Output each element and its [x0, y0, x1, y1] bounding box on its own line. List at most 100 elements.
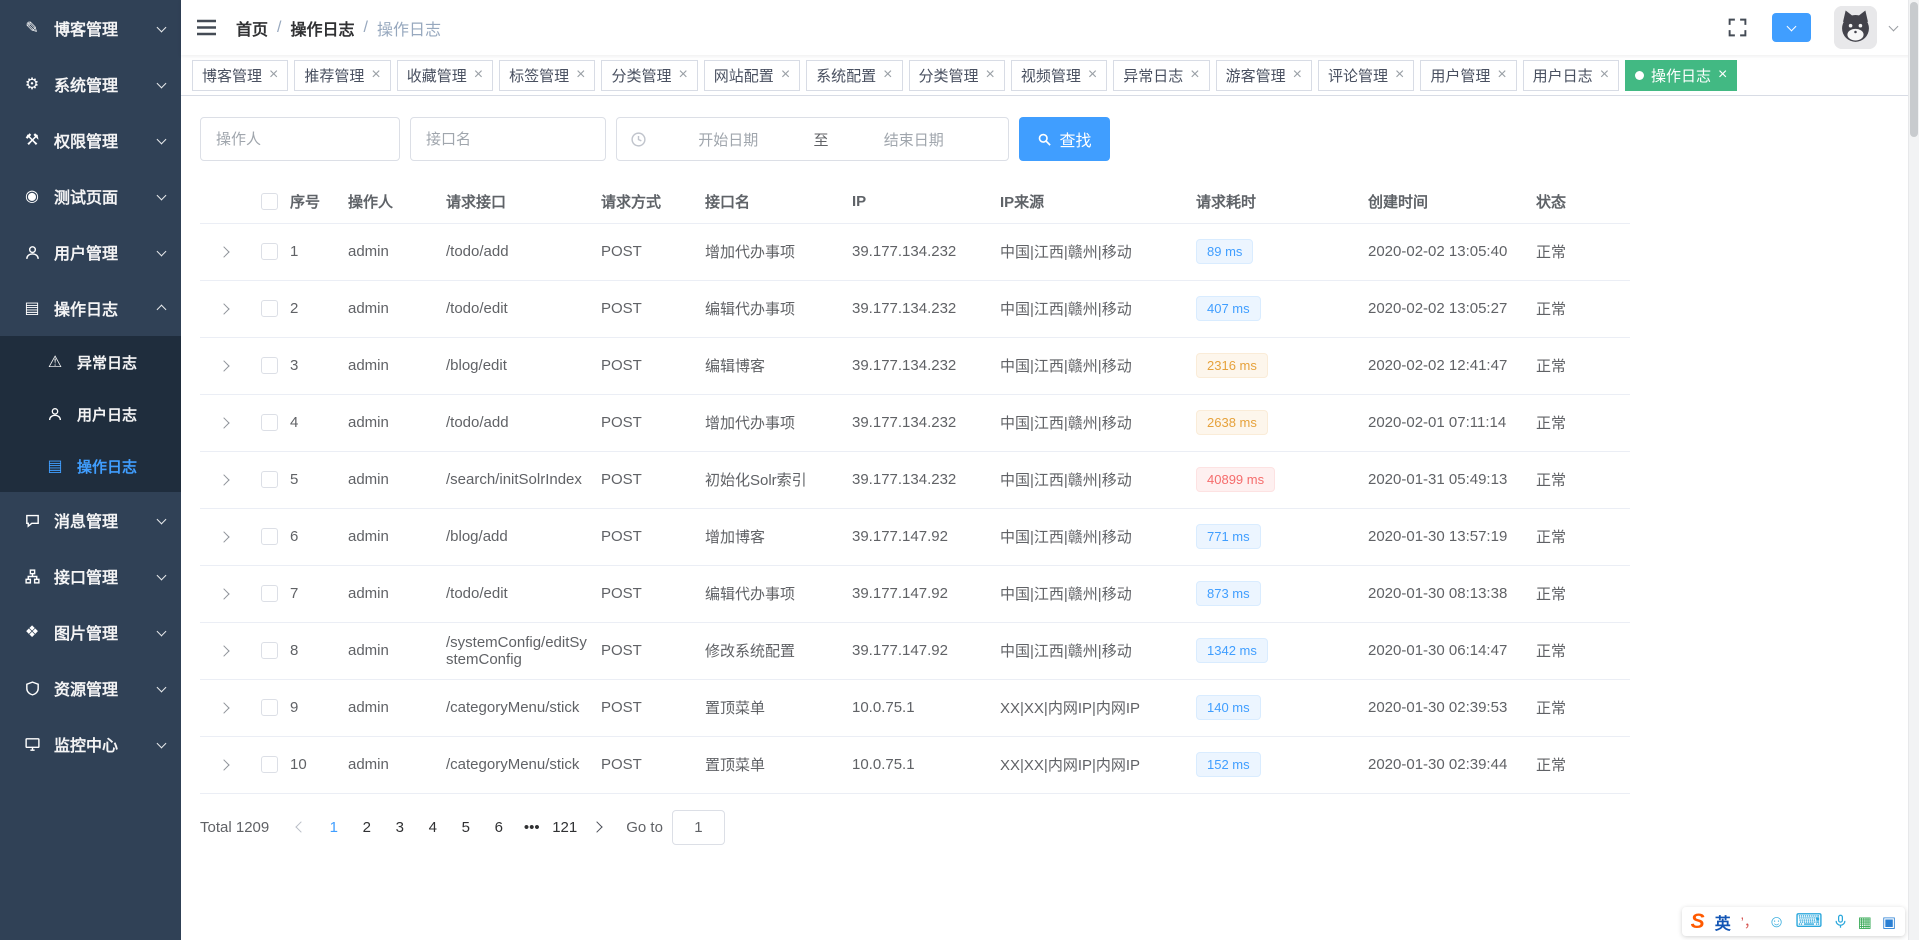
scrollbar-thumb[interactable] [1910, 2, 1918, 137]
close-icon[interactable]: × [883, 67, 892, 83]
sidebar-item-operation-log[interactable]: ▤ 操作日志 [0, 280, 181, 336]
close-icon[interactable]: × [781, 67, 790, 83]
cell-ip-source: 中国|江西|赣州|移动 [1000, 394, 1196, 452]
sidebar-item-image-management[interactable]: ❖ 图片管理 [0, 604, 181, 660]
cell-ip-source: 中国|江西|赣州|移动 [1000, 451, 1196, 509]
prev-page-button[interactable] [285, 811, 317, 843]
keyboard-icon[interactable]: ⌨ [1795, 912, 1822, 931]
sidebar-item-user-management[interactable]: 用户管理 [0, 224, 181, 280]
page-number[interactable]: 5 [449, 811, 482, 843]
sidebar-item-monitor-center[interactable]: 监控中心 [0, 716, 181, 772]
expand-row-icon[interactable] [218, 645, 230, 657]
tab[interactable]: 推荐管理 × [294, 59, 391, 91]
search-button[interactable]: 查找 [1019, 117, 1110, 161]
expand-row-icon[interactable] [218, 474, 230, 486]
close-icon[interactable]: × [1088, 67, 1097, 83]
page-number[interactable]: 121 [548, 811, 581, 843]
sidebar-item-operation-log-sub[interactable]: ▤ 操作日志 [0, 440, 181, 492]
toolbox-icon[interactable]: ▣ [1882, 913, 1896, 931]
close-icon[interactable]: × [269, 67, 278, 83]
page-number[interactable]: 6 [482, 811, 515, 843]
breadcrumb-operation-log[interactable]: 操作日志 [290, 16, 354, 40]
expand-row-icon[interactable] [218, 759, 230, 771]
language-mode-icon[interactable]: 英 [1715, 910, 1731, 934]
breadcrumb-home[interactable]: 首页 [236, 16, 268, 40]
sidebar-item-system-management[interactable]: ⚙︎ 系统管理 [0, 56, 181, 112]
tab[interactable]: 游客管理 × [1215, 59, 1312, 91]
tab[interactable]: 评论管理 × [1317, 59, 1415, 91]
expand-row-icon[interactable] [218, 303, 230, 315]
sidebar-item-test-page[interactable]: ◉ 测试页面 [0, 168, 181, 224]
avatar[interactable] [1834, 6, 1877, 49]
row-checkbox[interactable] [260, 699, 278, 717]
date-range-picker[interactable]: 开始日期 至 结束日期 [616, 117, 1009, 161]
page-number[interactable]: 4 [416, 811, 449, 843]
row-checkbox[interactable] [260, 300, 278, 318]
language-dropdown-button[interactable] [1772, 13, 1811, 42]
sidebar-item-permission-management[interactable]: ⚒︎ 权限管理 [0, 112, 181, 168]
close-icon[interactable]: × [1718, 67, 1727, 83]
sidebar-item-resource-management[interactable]: 资源管理 [0, 660, 181, 716]
row-checkbox[interactable] [260, 357, 278, 375]
expand-row-icon[interactable] [218, 702, 230, 714]
sidebar-item-exception-log[interactable]: ⚠︎ 异常日志 [0, 336, 181, 388]
close-icon[interactable]: × [1497, 67, 1506, 83]
tab[interactable]: 用户管理 × [1420, 59, 1517, 91]
row-checkbox[interactable] [260, 243, 278, 261]
sidebar-item-message-management[interactable]: 消息管理 [0, 492, 181, 548]
microphone-icon[interactable] [1833, 914, 1848, 929]
row-checkbox[interactable] [260, 756, 278, 774]
skin-icon[interactable]: ▦ [1858, 913, 1872, 931]
close-icon[interactable]: × [1190, 67, 1199, 83]
expand-row-icon[interactable] [218, 417, 230, 429]
sidebar-item-api-management[interactable]: 接口管理 [0, 548, 181, 604]
tab[interactable]: 系统配置 × [806, 59, 903, 91]
expand-row-icon[interactable] [218, 588, 230, 600]
close-icon[interactable]: × [678, 67, 687, 83]
tab[interactable]: 用户日志 × [1522, 59, 1620, 91]
scrollbar-track[interactable] [1908, 0, 1919, 940]
close-icon[interactable]: × [371, 67, 380, 83]
row-checkbox[interactable] [260, 642, 278, 660]
operator-input[interactable] [200, 117, 400, 161]
page-number[interactable]: 3 [383, 811, 416, 843]
select-all-checkbox[interactable] [260, 193, 278, 211]
tab[interactable]: 标签管理 × [499, 59, 596, 91]
punctuation-mode-icon[interactable]: ’， [1741, 912, 1758, 932]
tab[interactable]: 分类管理 × [908, 59, 1005, 91]
row-checkbox[interactable] [260, 585, 278, 603]
api-name-input[interactable] [410, 117, 606, 161]
row-checkbox[interactable] [260, 414, 278, 432]
cell-duration: 2316 ms [1196, 337, 1368, 395]
close-icon[interactable]: × [1293, 67, 1302, 83]
tab[interactable]: 异常日志 × [1113, 59, 1210, 91]
row-checkbox[interactable] [260, 471, 278, 489]
sidebar-item-blog-management[interactable]: ✎ 博客管理 [0, 0, 181, 56]
expand-row-icon[interactable] [218, 531, 230, 543]
hamburger-icon[interactable] [196, 19, 217, 36]
row-checkbox[interactable] [260, 528, 278, 546]
tab[interactable]: 博客管理 × [192, 59, 289, 91]
expand-row-icon[interactable] [218, 246, 230, 258]
page-number[interactable]: 1 [317, 811, 350, 843]
tab[interactable]: 操作日志 × [1625, 59, 1738, 91]
page-number[interactable]: ••• [515, 811, 548, 843]
tab[interactable]: 分类管理 × [601, 59, 698, 91]
close-icon[interactable]: × [474, 67, 483, 83]
sogou-logo-icon[interactable]: S [1691, 911, 1705, 932]
tab[interactable]: 网站配置 × [703, 59, 801, 91]
goto-page-input[interactable] [671, 809, 725, 845]
tab[interactable]: 收藏管理 × [396, 59, 494, 91]
page-number[interactable]: 2 [350, 811, 383, 843]
avatar-dropdown-caret[interactable] [1886, 21, 1899, 32]
emoji-icon[interactable]: ☺ [1768, 912, 1785, 932]
tab[interactable]: 视频管理 × [1010, 59, 1108, 91]
fullscreen-icon[interactable] [1727, 17, 1748, 38]
sidebar-item-user-log[interactable]: 用户日志 [0, 388, 181, 440]
expand-row-icon[interactable] [218, 360, 230, 372]
close-icon[interactable]: × [986, 67, 995, 83]
close-icon[interactable]: × [576, 67, 585, 83]
close-icon[interactable]: × [1600, 67, 1609, 83]
next-page-button[interactable] [581, 811, 613, 843]
close-icon[interactable]: × [1395, 67, 1404, 83]
